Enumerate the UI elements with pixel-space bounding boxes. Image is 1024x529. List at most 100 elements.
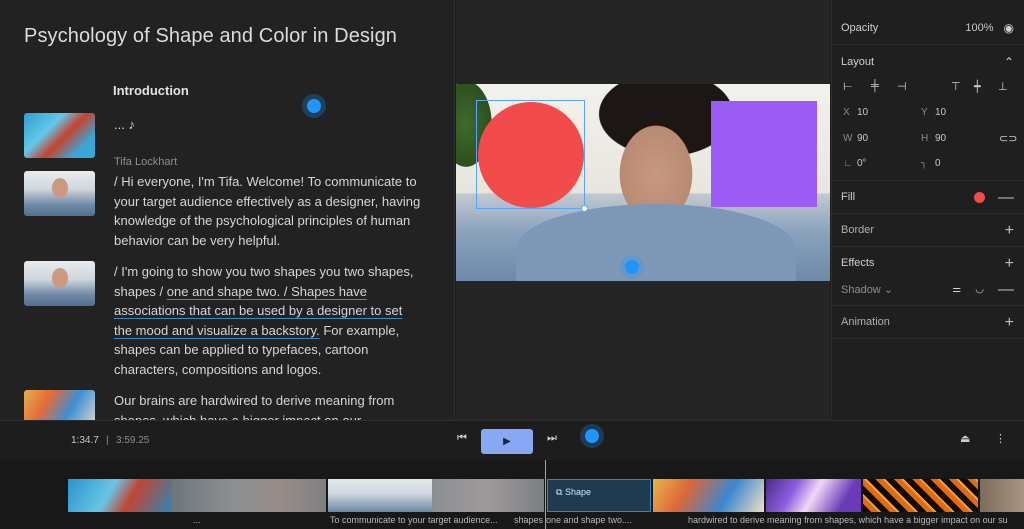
opacity-row: Opacity 100% ◉ (841, 21, 1014, 35)
chevron-up-icon[interactable]: ⌃ (1004, 55, 1014, 69)
timeline-clip-shape[interactable]: ⧉ Shape (547, 479, 651, 512)
presenter-shirt (516, 204, 796, 281)
total-time: 3:59.25 (116, 435, 150, 446)
timeline[interactable]: ⧉ Shape ... To communicate to your targe… (0, 460, 1024, 529)
scene-thumbnail-4[interactable] (24, 390, 95, 420)
animation-label: Animation (841, 316, 890, 328)
shadow-dropdown[interactable]: Shadow ⌄ (841, 283, 893, 296)
layout-label: Layout (841, 56, 875, 68)
caption-segment[interactable]: hardwired to derive meaning from shapes,… (688, 515, 1024, 525)
more-options-icon[interactable]: ⋮ (995, 432, 1006, 445)
caption-segment[interactable]: ... (193, 515, 233, 525)
eye-icon[interactable]: ◉ (1004, 21, 1014, 35)
document-title[interactable]: Psychology of Shape and Color in Design (24, 25, 397, 48)
width-field[interactable]: W 90 (843, 133, 868, 144)
w-label: W (843, 133, 853, 144)
timeline-clip-blur-2[interactable] (432, 479, 544, 512)
fill-row: Fill — (841, 189, 1014, 205)
shadow-visibility-icon[interactable]: ◡ (975, 284, 984, 295)
align-left-icon[interactable]: ⊢ (843, 80, 853, 93)
h-value[interactable]: 90 (935, 133, 946, 144)
remove-fill-icon[interactable]: — (998, 189, 1014, 205)
rotation-field[interactable]: ∟ 0° (843, 158, 867, 169)
timeline-clip-pool[interactable] (68, 479, 172, 512)
y-field[interactable]: Y 10 (921, 107, 946, 118)
app-window: Psychology of Shape and Color in Design … (0, 0, 1024, 529)
section-heading[interactable]: Introduction (113, 83, 189, 98)
cursor-indicator (302, 94, 326, 118)
align-center-horizontal-icon[interactable]: ╪ (871, 80, 879, 92)
caption-segment[interactable]: shapes (514, 515, 546, 525)
opacity-value[interactable]: 100% (965, 22, 993, 34)
speaker-label[interactable]: Tifa Lockhart (114, 156, 177, 168)
add-animation-icon[interactable]: + (1005, 314, 1014, 330)
align-bottom-icon[interactable]: ⊥ (998, 80, 1008, 93)
divider (832, 213, 1024, 214)
x-field[interactable]: X 10 (843, 107, 868, 118)
divider (832, 180, 1024, 181)
script-panel: Psychology of Shape and Color in Design … (0, 0, 455, 420)
timeline-clip-end[interactable] (980, 479, 1024, 512)
y-label: Y (921, 107, 928, 118)
rotation-value[interactable]: 0° (857, 158, 867, 169)
script-paragraph-1[interactable]: / Hi everyone, I'm Tifa. Welcome! To com… (114, 172, 424, 250)
shadow-label: Shadow (841, 284, 881, 296)
purple-square-shape[interactable] (711, 101, 817, 207)
resize-handle[interactable] (581, 205, 588, 212)
x-value[interactable]: 10 (857, 107, 868, 118)
scene-thumbnail-3[interactable] (24, 261, 95, 306)
shadow-row: Shadow ⌄ ⚌ ◡ — (841, 282, 1014, 298)
animation-row: Animation + (841, 314, 1014, 330)
script-paragraph-3[interactable]: Our brains are hardwired to derive meani… (114, 391, 424, 420)
w-value[interactable]: 90 (857, 133, 868, 144)
eject-icon[interactable]: ⏏ (960, 432, 970, 445)
layout-header: Layout ⌃ (841, 55, 1014, 69)
rotation-icon: ∟ (843, 158, 853, 169)
chevron-down-icon: ⌄ (883, 284, 894, 296)
caption-segment[interactable]: To communicate to your target audience..… (330, 515, 510, 525)
opacity-label: Opacity (841, 22, 879, 34)
scene-thumbnail-2[interactable] (24, 171, 95, 216)
border-row: Border + (841, 222, 1014, 238)
skip-back-icon[interactable]: ⏮ (457, 432, 467, 445)
align-middle-vertical-icon[interactable]: ┿ (974, 80, 981, 93)
cursor-indicator (580, 424, 604, 448)
cursor-indicator (620, 255, 644, 279)
timeline-clip-swirl[interactable] (766, 479, 861, 512)
timeline-clip-paint[interactable] (653, 479, 764, 512)
effects-label: Effects (841, 257, 875, 269)
play-button[interactable]: ▶ (481, 429, 533, 454)
align-top-icon[interactable]: ⊤ (951, 80, 961, 93)
canvas-area[interactable] (456, 0, 830, 420)
corner-radius-value[interactable]: 0 (935, 158, 941, 169)
height-field[interactable]: H 90 (921, 133, 946, 144)
time-separator: | (106, 435, 109, 446)
script-paragraph-2[interactable]: / I'm going to show you two shapes you t… (114, 262, 424, 379)
divider (832, 305, 1024, 306)
current-time: 1:34.7 (71, 435, 99, 446)
alignment-toolbar: ⊢ ╪ ⊣ ⊤ ┿ ⊥ (841, 80, 1014, 94)
caption-segment[interactable]: one and shape two.... (546, 515, 666, 525)
timeline-clip-blur[interactable] (172, 479, 326, 512)
shadow-settings-icon[interactable]: ⚌ (952, 284, 961, 295)
y-value[interactable]: 10 (935, 107, 946, 118)
add-border-icon[interactable]: + (1005, 222, 1014, 238)
border-label: Border (841, 224, 875, 236)
playhead[interactable] (545, 460, 546, 529)
timeline-clip-face[interactable] (328, 479, 432, 512)
play-icon: ▶ (503, 436, 511, 447)
fill-color-swatch[interactable] (974, 191, 985, 203)
timeline-clip-waves[interactable] (863, 479, 978, 512)
align-right-icon[interactable]: ⊣ (897, 80, 907, 93)
add-effect-icon[interactable]: + (1005, 255, 1014, 271)
selection-box[interactable] (476, 100, 585, 209)
script-paragraph-music[interactable]: ... ♪ (114, 115, 424, 135)
divider (832, 246, 1024, 247)
corner-radius-field[interactable]: ╮ 0 (921, 158, 941, 169)
fill-label: Fill (841, 191, 856, 203)
link-icon[interactable]: ⊂⊃ (999, 132, 1017, 145)
skip-forward-icon[interactable]: ⏭ (547, 432, 557, 445)
video-frame[interactable] (456, 84, 830, 281)
scene-thumbnail-1[interactable] (24, 113, 95, 158)
remove-shadow-icon[interactable]: — (998, 282, 1014, 298)
